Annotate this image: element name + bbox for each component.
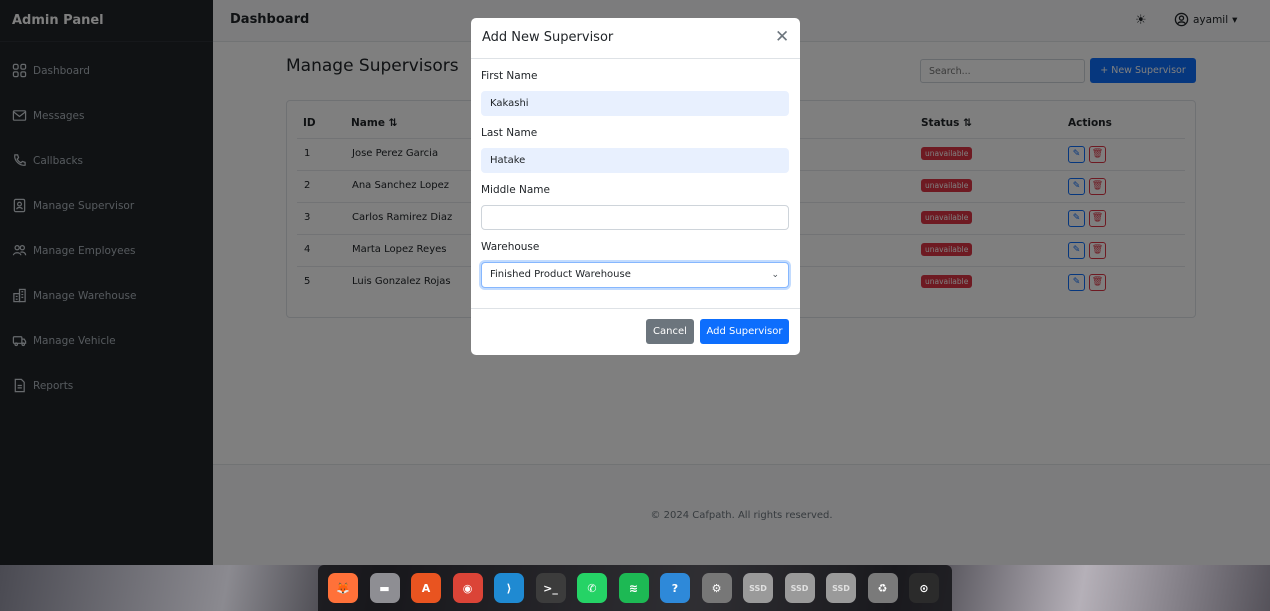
terminal-icon[interactable]: >_ bbox=[535, 573, 566, 603]
middle-name-field[interactable] bbox=[481, 205, 789, 230]
cancel-button[interactable]: Cancel bbox=[646, 319, 694, 344]
modal-header-divider bbox=[471, 58, 800, 59]
ssd-drive-3-icon[interactable]: SSD bbox=[826, 573, 856, 603]
settings-icon[interactable]: ⚙ bbox=[701, 573, 732, 603]
trash-icon[interactable]: ♻ bbox=[867, 573, 898, 603]
add-supervisor-button[interactable]: Add Supervisor bbox=[700, 319, 789, 344]
whatsapp-icon[interactable]: ✆ bbox=[577, 573, 607, 603]
last-name-field[interactable] bbox=[481, 148, 789, 173]
warehouse-select[interactable]: Finished Product Warehouse ⌄ bbox=[481, 262, 789, 288]
chrome-icon[interactable]: ◉ bbox=[452, 573, 483, 603]
firefox-icon[interactable]: 🦊 bbox=[328, 573, 358, 603]
modal-footer-divider bbox=[471, 308, 800, 309]
chevron-down-icon: ⌄ bbox=[771, 270, 779, 280]
vscode-icon[interactable]: ⟩ bbox=[494, 573, 524, 603]
ssd-drive-1-icon[interactable]: SSD bbox=[743, 573, 773, 603]
warehouse-selected-value: Finished Product Warehouse bbox=[490, 269, 631, 280]
help-icon[interactable]: ? bbox=[660, 573, 690, 603]
warehouse-label: Warehouse bbox=[481, 241, 540, 253]
dock: 🦊 ▬ A ◉ ⟩ >_ ✆ ≋? ⚙ SSD SSD SSD ♻ ⊙ bbox=[318, 565, 952, 611]
files-icon[interactable]: ▬ bbox=[369, 573, 400, 603]
last-name-label: Last Name bbox=[481, 127, 538, 139]
ssd-drive-2-icon[interactable]: SSD bbox=[784, 573, 815, 603]
spotify-icon[interactable]: ≋ bbox=[618, 573, 649, 603]
app-center-icon[interactable]: A bbox=[411, 573, 441, 603]
show-apps-icon[interactable]: ⊙ bbox=[909, 573, 939, 603]
middle-name-label: Middle Name bbox=[481, 184, 550, 196]
close-icon[interactable]: ✕ bbox=[775, 27, 789, 47]
modal-title: Add New Supervisor bbox=[482, 30, 614, 45]
add-supervisor-modal: Add New Supervisor ✕ First Name Last Nam… bbox=[471, 18, 800, 355]
first-name-field[interactable] bbox=[481, 91, 789, 116]
first-name-label: First Name bbox=[481, 70, 538, 82]
